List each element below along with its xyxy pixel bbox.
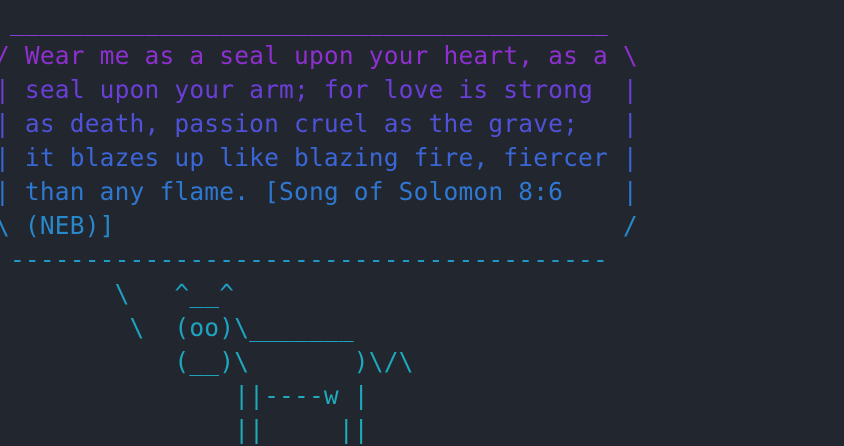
cow-ascii-art: \ ^__^ xyxy=(0,279,235,308)
speech-bubble-line: | seal upon your arm; for love is strong… xyxy=(0,75,638,104)
speech-bubble-line: | it blazes up like blazing fire, fierce… xyxy=(0,143,638,172)
cow-ascii-art: || || xyxy=(0,415,369,444)
speech-bubble-line: | as death, passion cruel as the grave; … xyxy=(0,109,638,138)
speech-bubble-top-border: ________________________________________ xyxy=(0,7,623,36)
speech-bubble-line: \ (NEB)] / xyxy=(0,211,638,240)
cow-ascii-art: ||----w | xyxy=(0,381,369,410)
speech-bubble-line: / Wear me as a seal upon your heart, as … xyxy=(0,41,638,70)
cow-ascii-art: \ (oo)\_______ xyxy=(0,313,354,342)
speech-bubble-bottom-border: ---------------------------------------- xyxy=(0,245,623,274)
terminal-output: ________________________________________… xyxy=(0,5,844,446)
cow-ascii-art: (__)\ )\/\ xyxy=(0,347,414,376)
speech-bubble-line: | than any flame. [Song of Solomon 8:6 | xyxy=(0,177,638,206)
